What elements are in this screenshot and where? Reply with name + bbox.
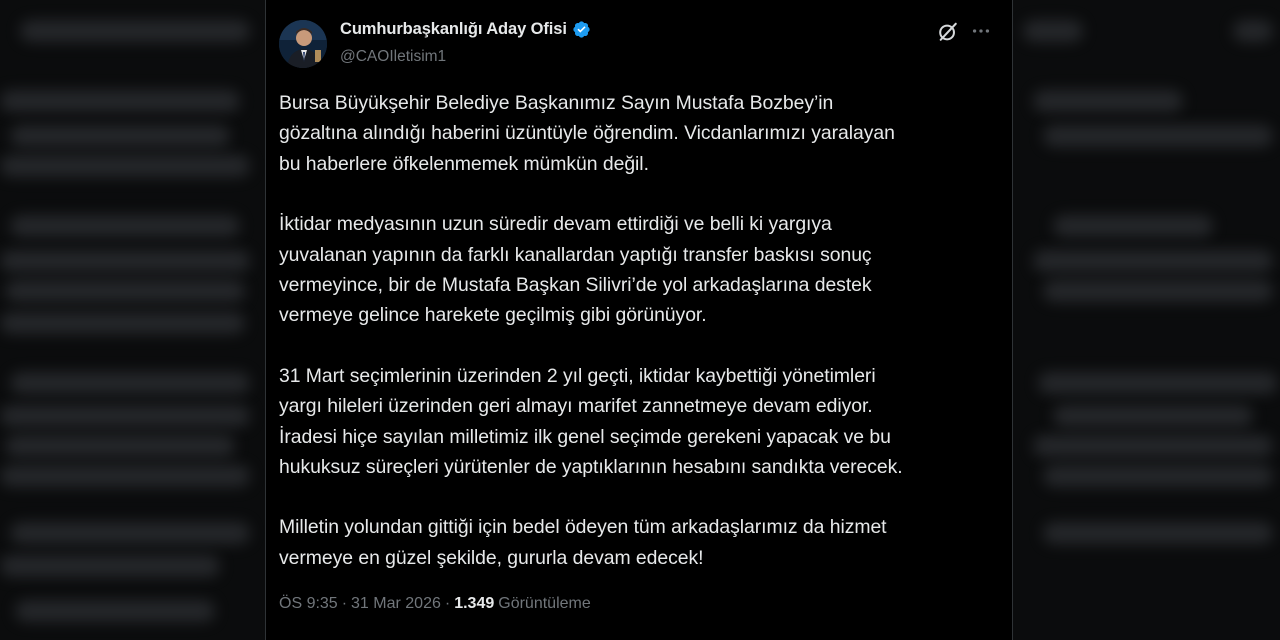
author-name-row: Cumhurbaşkanlığı Aday Ofisi: [340, 20, 591, 39]
tweet-meta: ÖS 9:35 · 31 Mar 2026 · 1.349 Görüntülem…: [279, 595, 591, 613]
profile-photo-icon: [279, 20, 327, 68]
author-display-name[interactable]: Cumhurbaşkanlığı Aday Ofisi: [340, 20, 567, 39]
blurred-background-right: [1013, 0, 1280, 640]
views-count: 1.349: [454, 595, 495, 612]
tweet-date[interactable]: 31 Mar 2026: [351, 595, 441, 613]
tweet-paragraph: Bursa Büyükşehir Belediye Başkanımız Say…: [279, 92, 895, 175]
views-label: Görüntüleme: [498, 595, 591, 612]
tweet-text: Bursa Büyükşehir Belediye Başkanımız Say…: [279, 88, 1004, 603]
tweet-paragraph: İktidar medyasının uzun süredir devam et…: [279, 213, 872, 327]
tweet-time[interactable]: ÖS 9:35: [279, 595, 338, 613]
verified-badge-icon: [573, 21, 590, 38]
grok-icon[interactable]: [937, 21, 959, 43]
meta-separator: ·: [444, 595, 451, 612]
blurred-background-left: [0, 0, 265, 640]
author-avatar[interactable]: [279, 20, 327, 68]
author-handle[interactable]: @CAOIletisim1: [340, 48, 446, 66]
tweet-paragraph: Milletin yolundan gittiği için bedel öde…: [279, 516, 887, 569]
tweet-card: Cumhurbaşkanlığı Aday Ofisi @CAOIletisim…: [265, 0, 1013, 640]
tweet-paragraph: 31 Mart seçimlerinin üzerinden 2 yıl geç…: [279, 364, 903, 479]
more-options-icon[interactable]: [970, 20, 992, 42]
meta-separator: ·: [341, 595, 348, 612]
